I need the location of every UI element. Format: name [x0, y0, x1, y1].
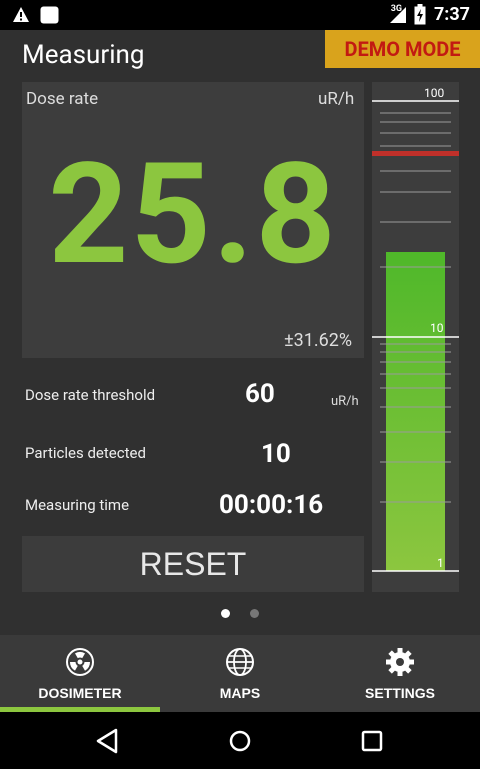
threshold-label: Dose rate threshold — [25, 386, 156, 404]
dose-rate-unit: uR/h — [318, 89, 355, 109]
particles-label: Particles detected — [25, 444, 146, 462]
dose-rate-value: 25.8 — [48, 133, 338, 297]
dose-gauge: 100 10 1 — [372, 82, 459, 592]
nav-dosimeter[interactable]: DOSIMETER — [0, 635, 160, 712]
gauge-tick-1: 1 — [437, 556, 444, 570]
nav-maps[interactable]: MAPS — [160, 635, 320, 712]
page-title: Measuring — [22, 40, 145, 70]
threshold-value: 60 — [245, 379, 275, 409]
threshold-unit: uR/h — [331, 394, 359, 409]
status-bar: 3G 7:37 — [0, 0, 480, 30]
gauge-scale — [372, 100, 459, 572]
home-icon — [229, 730, 251, 752]
battery-icon — [414, 4, 426, 25]
warning-icon — [13, 7, 29, 22]
nav-settings[interactable]: SETTINGS — [320, 635, 480, 712]
reset-button[interactable]: RESET — [22, 536, 364, 592]
notification-icon — [40, 6, 59, 24]
globe-icon — [226, 648, 254, 676]
nav-dosimeter-label: DOSIMETER — [38, 685, 122, 701]
demo-mode-badge: DEMO MODE — [325, 30, 480, 68]
particles-value: 10 — [261, 439, 291, 469]
signal-icon — [390, 7, 406, 23]
gauge-tick-10: 10 — [430, 321, 444, 335]
dose-rate-error: ±31.62% — [284, 330, 353, 351]
gauge-threshold-marker — [372, 151, 459, 156]
nav-settings-label: SETTINGS — [364, 685, 435, 701]
dose-rate-label: Dose rate — [26, 89, 99, 109]
radiation-icon — [66, 648, 94, 676]
home-button[interactable] — [220, 722, 260, 760]
back-icon — [96, 728, 118, 754]
recents-button[interactable] — [352, 722, 392, 760]
pager-dot[interactable] — [250, 609, 259, 618]
gauge-fill — [386, 252, 445, 571]
gear-icon — [386, 648, 414, 676]
back-button[interactable] — [88, 722, 128, 760]
nav-maps-label: MAPS — [219, 685, 261, 701]
recents-icon — [361, 730, 383, 752]
pager-dot-active[interactable] — [221, 609, 230, 618]
measuring-time-label: Measuring time — [25, 496, 130, 514]
gauge-tick-100: 100 — [424, 86, 445, 100]
clock: 7:37 — [433, 4, 470, 25]
measuring-time-value: 00:00:16 — [219, 490, 324, 520]
